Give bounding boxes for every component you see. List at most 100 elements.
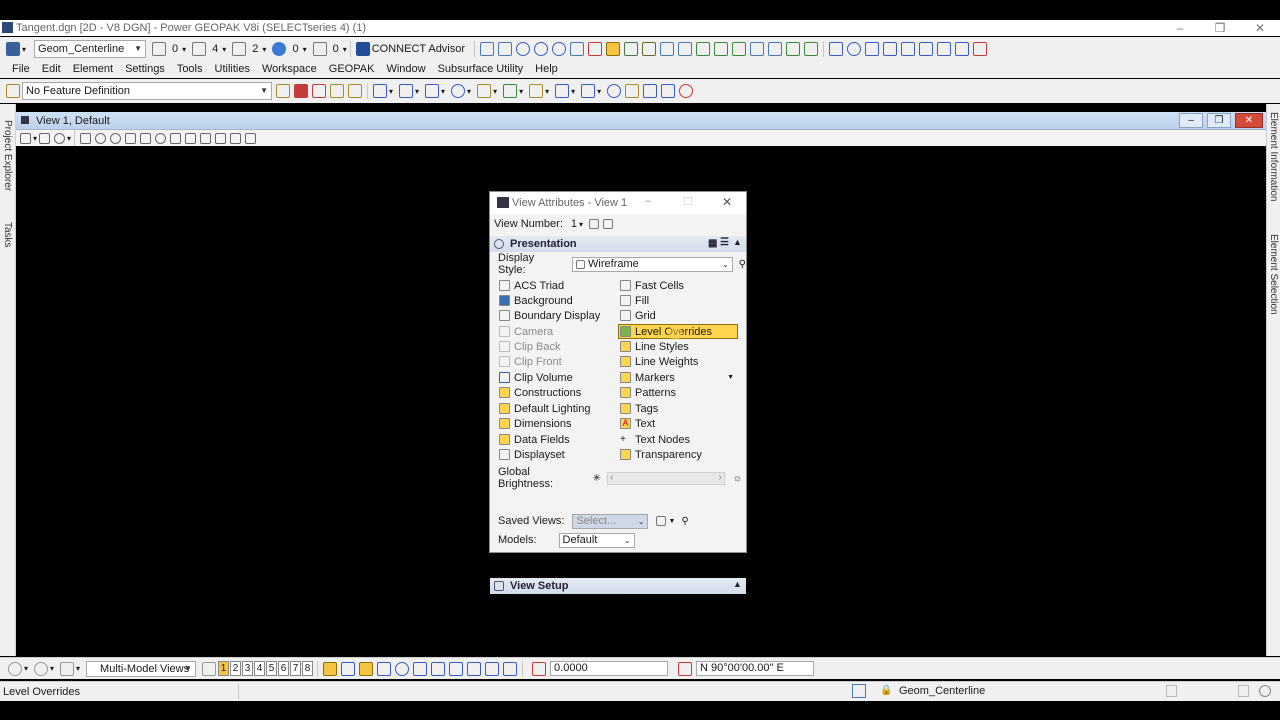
intersect-icon[interactable] — [588, 42, 603, 56]
view-1-button[interactable]: 1 — [218, 661, 230, 676]
priority-icon[interactable] — [312, 42, 327, 56]
restore-icon[interactable]: ❐ — [1207, 113, 1231, 128]
tool-icon[interactable] — [732, 42, 747, 56]
accusnap-icon[interactable] — [323, 661, 338, 676]
chevron-down-icon[interactable]: ▾ — [493, 87, 497, 96]
menu-subsurface-utility[interactable]: Subsurface Utility — [432, 61, 530, 78]
copy-icon[interactable] — [589, 219, 600, 229]
pin-icon[interactable] — [603, 219, 614, 229]
active-level-combo[interactable]: Geom_Centerline ▼ — [34, 40, 147, 58]
view-5-button[interactable]: 5 — [266, 661, 278, 676]
tool-icon[interactable] — [768, 42, 783, 56]
info-icon[interactable] — [607, 84, 622, 98]
toggle-boundary-display[interactable]: Boundary Display — [499, 308, 600, 323]
tool-icon[interactable] — [660, 42, 675, 56]
close-icon[interactable]: ✕ — [1235, 113, 1263, 128]
minimize-icon[interactable]: – — [1160, 20, 1200, 36]
view-3-button[interactable]: 3 — [242, 661, 254, 676]
minimize-icon[interactable]: – — [645, 195, 651, 207]
menu-utilities[interactable]: Utilities — [209, 61, 256, 78]
search-icon[interactable]: ⚲ — [739, 259, 746, 270]
menu-workspace[interactable]: Workspace — [256, 61, 323, 78]
tool-icon[interactable] — [425, 84, 440, 98]
pan-view-icon[interactable] — [170, 132, 182, 144]
chevron-down-icon[interactable]: ▾ — [50, 664, 54, 673]
view-8-button[interactable]: 8 — [302, 661, 314, 676]
search-icon[interactable]: ⚲ — [681, 516, 688, 527]
toggle-fill[interactable]: Fill — [620, 293, 649, 308]
document-icon[interactable] — [1166, 685, 1177, 697]
connect-advisor-button[interactable]: CONNECT Advisor — [372, 43, 465, 55]
views-icon[interactable] — [202, 661, 217, 676]
menu-edit[interactable]: Edit — [36, 61, 67, 78]
snap-icon[interactable] — [449, 661, 464, 676]
snap-icon[interactable] — [503, 661, 518, 676]
tool-icon[interactable] — [399, 84, 414, 98]
zoom-in-icon[interactable] — [95, 132, 107, 144]
chevron-down-icon[interactable]: ▾ — [571, 87, 575, 96]
multi-model-views-combo[interactable]: Multi-Model Views ▼ — [86, 660, 197, 677]
tasks-tab[interactable]: Tasks — [2, 222, 13, 248]
global-brightness-slider[interactable]: ‹ › — [607, 471, 725, 485]
snap-icon[interactable] — [395, 661, 410, 676]
tool-icon[interactable] — [625, 84, 640, 98]
connect-advisor-icon[interactable] — [355, 42, 370, 56]
tool-icon[interactable] — [937, 42, 952, 56]
lock-icon[interactable] — [348, 84, 362, 98]
view-7-button[interactable]: 7 — [290, 661, 302, 676]
toggle-clip-volume[interactable]: Clip Volume — [499, 370, 573, 385]
toggle-tags[interactable]: Tags — [620, 401, 658, 416]
snap-icon[interactable] — [341, 661, 356, 676]
feature-definition-combo[interactable]: No Feature Definition ▼ — [22, 82, 272, 100]
view-attributes-icon[interactable] — [20, 132, 31, 144]
toggle-transparency[interactable]: Transparency — [620, 447, 702, 462]
feature-icon[interactable] — [6, 84, 20, 98]
fit-view-icon[interactable] — [140, 132, 152, 144]
tool-icon[interactable] — [477, 84, 492, 98]
snap-keypoint-icon[interactable] — [359, 661, 374, 676]
menu-tools[interactable]: Tools — [171, 61, 209, 78]
save-icon[interactable] — [1238, 685, 1249, 697]
ellipse-icon[interactable] — [552, 42, 567, 56]
snap-icon[interactable] — [467, 661, 482, 676]
element-selection-tab[interactable]: Element Selection — [1268, 234, 1279, 315]
chevron-down-icon[interactable]: ▾ — [76, 664, 80, 673]
chevron-left-icon[interactable]: ‹ — [610, 472, 613, 483]
line-style-icon[interactable] — [192, 42, 207, 56]
menu-settings[interactable]: Settings — [119, 61, 171, 78]
element-selection-icon[interactable] — [60, 661, 75, 676]
distance-field[interactable]: 0.0000 — [550, 661, 669, 676]
chevron-right-icon[interactable]: › — [718, 472, 721, 483]
chevron-down-icon[interactable]: ▾ — [222, 45, 226, 54]
copy-view-icon[interactable] — [215, 132, 227, 144]
menu-help[interactable]: Help — [529, 61, 564, 78]
delete-icon[interactable] — [973, 42, 988, 56]
toggle-patterns[interactable]: Patterns — [620, 385, 676, 400]
toggle-constructions[interactable]: Constructions — [499, 385, 581, 400]
tool-icon[interactable] — [847, 42, 862, 56]
toggle-line-weights[interactable]: Line Weights — [620, 354, 698, 369]
toggle-default-lighting[interactable]: Default Lighting — [499, 401, 590, 416]
chevron-down-icon[interactable]: ▾ — [467, 87, 471, 96]
circle-icon[interactable] — [516, 42, 531, 56]
feature-tool-icon[interactable] — [312, 84, 326, 98]
toggle-line-styles[interactable]: Line Styles — [620, 339, 689, 354]
toggle-text[interactable]: A Text — [620, 416, 655, 431]
chevron-down-icon[interactable]: ▾ — [441, 87, 445, 96]
toggle-dimensions[interactable]: Dimensions — [499, 416, 571, 431]
window-area-icon[interactable] — [125, 132, 137, 144]
chevron-down-icon[interactable]: ▾ — [343, 45, 347, 54]
restore-icon[interactable]: ❐ — [1200, 20, 1240, 36]
view-4-button[interactable]: 4 — [254, 661, 266, 676]
toggle-text-nodes[interactable]: + Text Nodes — [620, 432, 690, 447]
color-icon[interactable] — [152, 42, 167, 56]
selected-tool-icon[interactable] — [606, 42, 621, 56]
view-tool-icon[interactable] — [245, 132, 257, 144]
toggle-displayset[interactable]: Displayset — [499, 447, 565, 462]
chevron-down-icon[interactable]: ▾ — [182, 45, 186, 54]
tool-icon[interactable] — [555, 84, 570, 98]
building-icon[interactable] — [642, 42, 657, 56]
rotate-view-icon[interactable] — [155, 132, 167, 144]
tool-icon[interactable] — [643, 84, 658, 98]
chevron-down-icon[interactable]: ▾ — [519, 87, 523, 96]
